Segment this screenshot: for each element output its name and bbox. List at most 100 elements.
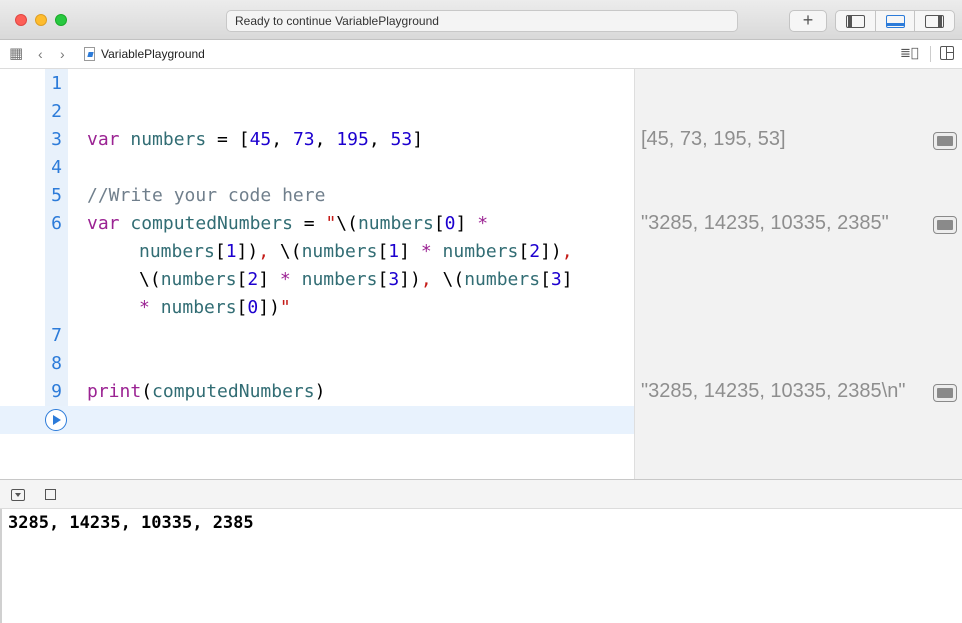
punctuation: ]) <box>540 241 562 262</box>
punctuation: ]) <box>258 297 280 318</box>
code-line-6-wrap[interactable]: * numbers[0])" <box>139 294 291 322</box>
zoom-window-button[interactable] <box>55 14 67 26</box>
editor-options-icon[interactable]: ≣⃞ <box>900 46 919 61</box>
identifier: numbers <box>442 241 519 262</box>
interpolation: \( <box>269 241 302 262</box>
number-literal: 73 <box>292 129 315 150</box>
toggle-inspector-button[interactable] <box>915 11 954 31</box>
punctuation: [ <box>518 241 530 262</box>
activity-status: Ready to continue VariablePlayground <box>226 10 738 32</box>
quick-look-icon[interactable] <box>933 384 957 402</box>
console-output-text: 3285, 14235, 10335, 2385 <box>8 513 254 533</box>
number-literal: 0 <box>444 213 456 234</box>
number-literal: 45 <box>249 129 272 150</box>
close-window-button[interactable] <box>15 14 27 26</box>
punctuation: ] <box>399 241 410 262</box>
operator: * <box>139 297 150 318</box>
line-number: 7 <box>51 325 62 346</box>
punctuation: [ <box>433 213 445 234</box>
punctuation: [ <box>540 269 551 290</box>
number-literal: 3 <box>388 269 400 290</box>
keyword: var <box>87 213 120 234</box>
punctuation: ] <box>258 269 270 290</box>
line-number: 4 <box>51 157 62 178</box>
code-line-6-wrap[interactable]: numbers[1]), \(numbers[1] * numbers[2]), <box>139 238 573 266</box>
bottom-panel-icon <box>885 15 905 28</box>
identifier: computedNumbers <box>130 213 293 234</box>
hide-debug-area-icon[interactable] <box>11 489 25 501</box>
add-library-button[interactable]: + <box>789 10 827 32</box>
string-literal: , <box>420 269 432 290</box>
number-literal: 2 <box>247 269 259 290</box>
code-line-9[interactable]: print(computedNumbers) <box>87 378 325 406</box>
punctuation: = [ <box>206 129 250 150</box>
run-playground-play-icon[interactable] <box>45 409 67 431</box>
identifier: numbers <box>139 241 215 262</box>
punctuation: [ <box>377 241 389 262</box>
code-line-6[interactable]: var computedNumbers = "\(numbers[0] * <box>87 210 488 238</box>
window-titlebar: Ready to continue VariablePlayground + <box>0 0 962 40</box>
punctuation: ] <box>455 213 467 234</box>
breadcrumb-file-name[interactable]: VariablePlayground <box>101 47 205 61</box>
console-output-area[interactable]: 3285, 14235, 10335, 2385 <box>0 509 962 623</box>
punctuation: [ <box>236 297 248 318</box>
number-literal: 195 <box>336 129 369 150</box>
forward-chevron-icon[interactable]: › <box>60 46 65 62</box>
keyword: var <box>87 129 120 150</box>
result-line-9: "3285, 14235, 10335, 2385\n" <box>641 380 906 402</box>
code-line-6-wrap[interactable]: \(numbers[2] * numbers[3]), \(numbers[3] <box>139 266 573 294</box>
quick-look-icon[interactable] <box>933 216 957 234</box>
minimize-window-button[interactable] <box>35 14 47 26</box>
related-items-grid-icon[interactable]: ▦ <box>9 46 23 62</box>
toggle-debug-area-button[interactable] <box>876 11 916 31</box>
current-line-highlight <box>0 406 634 434</box>
identifier: numbers <box>160 269 237 290</box>
code-editor[interactable]: 1 2 3 4 5 6 7 8 9 var numbers = [45, 73,… <box>0 69 634 479</box>
quick-look-icon[interactable] <box>933 132 957 150</box>
identifier: numbers <box>301 241 378 262</box>
operator: * <box>466 213 489 234</box>
punctuation: ( <box>141 381 153 402</box>
line-number: 6 <box>51 213 62 234</box>
number-literal: 1 <box>225 241 237 262</box>
identifier: numbers <box>301 269 378 290</box>
identifier: numbers <box>130 129 207 150</box>
code-line-5-comment[interactable]: //Write your code here <box>87 182 325 210</box>
line-number: 8 <box>51 353 62 374</box>
number-literal: 2 <box>529 241 541 262</box>
identifier: numbers <box>160 297 237 318</box>
result-line-6: "3285, 14235, 10335, 2385" <box>641 212 889 234</box>
debug-area-toolbar <box>0 479 962 509</box>
number-literal: 1 <box>388 241 400 262</box>
clear-console-icon[interactable] <box>45 489 56 500</box>
punctuation: ] <box>561 269 573 290</box>
number-literal: 53 <box>390 129 413 150</box>
number-literal: 3 <box>550 269 562 290</box>
back-chevron-icon[interactable]: ‹ <box>38 46 43 62</box>
operator: * <box>269 269 291 290</box>
punctuation: [ <box>236 269 248 290</box>
punctuation: = <box>292 213 326 234</box>
number-literal: 0 <box>247 297 259 318</box>
toggle-navigator-button[interactable] <box>836 11 876 31</box>
results-sidebar: [45, 73, 195, 53] "3285, 14235, 10335, 2… <box>634 69 962 479</box>
left-panel-icon <box>846 15 865 28</box>
identifier: numbers <box>464 269 541 290</box>
jump-bar: ▦ ‹ › VariablePlayground ≣⃞ <box>0 40 962 69</box>
code-line-3[interactable]: var numbers = [45, 73, 195, 53] <box>87 126 423 154</box>
punctuation: ]) <box>236 241 259 262</box>
punctuation: ]) <box>399 269 421 290</box>
editor-layout-segmented-control <box>835 10 955 32</box>
interpolation: \( <box>431 269 465 290</box>
punctuation: [ <box>377 269 389 290</box>
string-quote: " <box>325 213 337 234</box>
line-number: 2 <box>51 101 62 122</box>
string-literal: , <box>258 241 270 262</box>
interpolation: \( <box>139 269 161 290</box>
add-editor-icon[interactable] <box>940 46 954 60</box>
result-line-3: [45, 73, 195, 53] <box>641 128 786 150</box>
identifier: computedNumbers <box>152 381 315 402</box>
